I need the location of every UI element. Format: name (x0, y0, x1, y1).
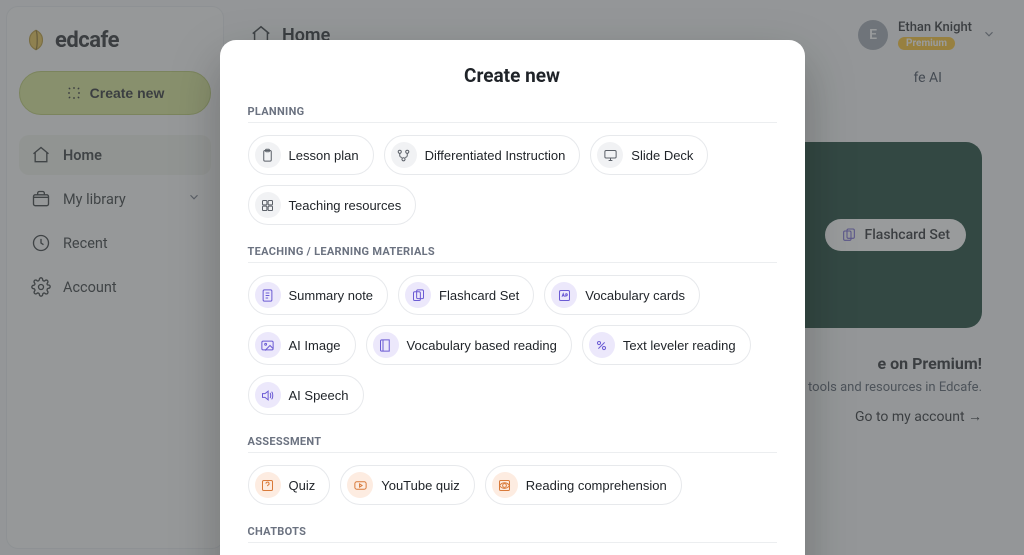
modal-section: TEACHING / LEARNING MATERIALS Summary not… (248, 245, 777, 415)
chip-summary-note[interactable]: Summary note (248, 275, 389, 315)
section-label: TEACHING / LEARNING MATERIALS (248, 245, 777, 263)
chip-vocab-reading[interactable]: Vocabulary based reading (366, 325, 572, 365)
section-label: ASSESSMENT (248, 435, 777, 453)
speaker-icon (255, 382, 281, 408)
monitor-icon (597, 142, 623, 168)
chip-label: Flashcard Set (439, 288, 519, 303)
chip-text-leveler[interactable]: Text leveler reading (582, 325, 751, 365)
modal-section: PLANNING Lesson plan Differentiated Instru… (248, 105, 777, 225)
chip-label: Lesson plan (289, 148, 359, 163)
chip-label: Text leveler reading (623, 338, 736, 353)
branch-icon (391, 142, 417, 168)
section-label: CHATBOTS (248, 525, 777, 543)
modal-section: CHATBOTSCustom bot (248, 525, 777, 555)
chip-label: Summary note (289, 288, 374, 303)
chip-ai-speech[interactable]: AI Speech (248, 375, 364, 415)
image-icon (255, 332, 281, 358)
chip-label: Slide Deck (631, 148, 693, 163)
leveler-icon (589, 332, 615, 358)
book-icon (373, 332, 399, 358)
grid-icon (255, 192, 281, 218)
chip-label: AI Speech (289, 388, 349, 403)
vocab-icon (551, 282, 577, 308)
chip-row: Quiz YouTube quiz Reading comprehension (248, 465, 777, 505)
chip-row: Lesson plan Differentiated Instruction Sli… (248, 135, 777, 225)
chip-slide-deck[interactable]: Slide Deck (590, 135, 708, 175)
chip-lesson-plan[interactable]: Lesson plan (248, 135, 374, 175)
reading-icon (492, 472, 518, 498)
note-icon (255, 282, 281, 308)
chip-ai-image[interactable]: AI Image (248, 325, 356, 365)
chip-label: Differentiated Instruction (425, 148, 566, 163)
quiz-icon (255, 472, 281, 498)
modal-title: Create new (248, 64, 777, 87)
youtube-icon (347, 472, 373, 498)
section-label: PLANNING (248, 105, 777, 123)
chip-vocab-cards[interactable]: Vocabulary cards (544, 275, 700, 315)
chip-reading-comp[interactable]: Reading comprehension (485, 465, 682, 505)
chip-label: Vocabulary cards (585, 288, 685, 303)
cards-icon (405, 282, 431, 308)
clipboard-icon (255, 142, 281, 168)
chip-label: Vocabulary based reading (407, 338, 557, 353)
chip-label: Teaching resources (289, 198, 402, 213)
chip-label: AI Image (289, 338, 341, 353)
chip-teaching-resources[interactable]: Teaching resources (248, 185, 417, 225)
chip-label: YouTube quiz (381, 478, 460, 493)
modal-overlay[interactable]: Create new PLANNING Lesson plan Differenti… (0, 0, 1024, 555)
chip-youtube-quiz[interactable]: YouTube quiz (340, 465, 475, 505)
chip-label: Reading comprehension (526, 478, 667, 493)
chip-flashcard-set[interactable]: Flashcard Set (398, 275, 534, 315)
chip-quiz[interactable]: Quiz (248, 465, 331, 505)
chip-row: Summary note Flashcard Set Vocabulary card… (248, 275, 777, 415)
chip-label: Quiz (289, 478, 316, 493)
chip-diff-instruction[interactable]: Differentiated Instruction (384, 135, 581, 175)
create-new-modal: Create new PLANNING Lesson plan Differenti… (220, 40, 805, 555)
modal-section: ASSESSMENT Quiz YouTube quiz Reading compre… (248, 435, 777, 505)
